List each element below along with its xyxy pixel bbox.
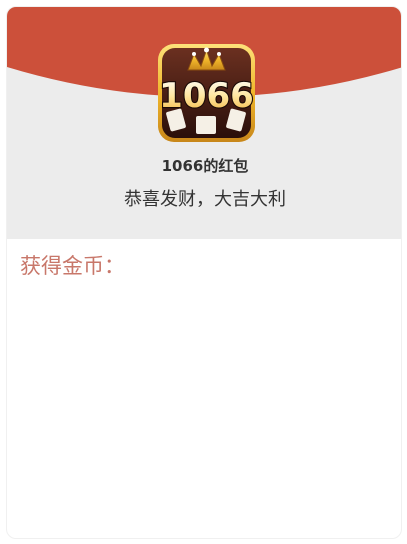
envelope-header: 1066 1066的红包 恭喜发财，大吉大利 <box>7 7 401 239</box>
coins-label: 获得金币： <box>20 254 125 278</box>
sender-title: 1066的红包 <box>161 157 249 175</box>
1066-game-logo-icon: 1066 <box>158 44 255 142</box>
logo-text: 1066 <box>159 76 254 116</box>
red-envelope-card: 1066 1066的红包 恭喜发财，大吉大利 获得金币： <box>6 6 402 539</box>
greeting-text: 恭喜发财，大吉大利 <box>124 189 286 210</box>
